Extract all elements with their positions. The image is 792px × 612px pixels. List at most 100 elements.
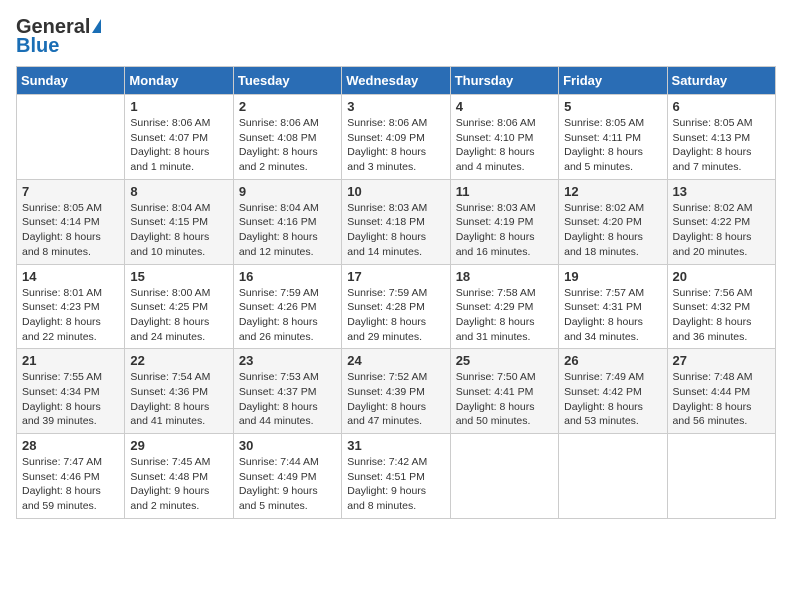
calendar-cell: 2Sunrise: 8:06 AMSunset: 4:08 PMDaylight… [233,95,341,180]
sunrise-text: Sunrise: 7:59 AM [347,286,444,301]
calendar-cell: 27Sunrise: 7:48 AMSunset: 4:44 PMDayligh… [667,349,775,434]
calendar-table: SundayMondayTuesdayWednesdayThursdayFrid… [16,66,776,519]
daylight-text: Daylight: 8 hours and 3 minutes. [347,145,444,174]
day-info: Sunrise: 8:02 AMSunset: 4:22 PMDaylight:… [673,201,770,260]
calendar-cell: 9Sunrise: 8:04 AMSunset: 4:16 PMDaylight… [233,179,341,264]
day-info: Sunrise: 8:03 AMSunset: 4:19 PMDaylight:… [456,201,553,260]
day-number: 3 [347,99,444,114]
day-info: Sunrise: 7:57 AMSunset: 4:31 PMDaylight:… [564,286,661,345]
sunrise-text: Sunrise: 8:05 AM [22,201,119,216]
calendar-cell: 4Sunrise: 8:06 AMSunset: 4:10 PMDaylight… [450,95,558,180]
day-number: 4 [456,99,553,114]
daylight-text: Daylight: 8 hours and 14 minutes. [347,230,444,259]
sunrise-text: Sunrise: 8:06 AM [130,116,227,131]
day-info: Sunrise: 7:42 AMSunset: 4:51 PMDaylight:… [347,455,444,514]
day-number: 21 [22,353,119,368]
calendar-cell [667,434,775,519]
calendar-cell: 22Sunrise: 7:54 AMSunset: 4:36 PMDayligh… [125,349,233,434]
calendar-cell: 13 Sunrise: 8:02 AMSunset: 4:22 PMDayligh… [667,179,775,264]
calendar-cell: 19Sunrise: 7:57 AMSunset: 4:31 PMDayligh… [559,264,667,349]
day-number: 27 [673,353,770,368]
sunrise-text: Sunrise: 8:04 AM [130,201,227,216]
day-number: 26 [564,353,661,368]
calendar-cell: 23Sunrise: 7:53 AMSunset: 4:37 PMDayligh… [233,349,341,434]
day-number: 24 [347,353,444,368]
daylight-text: Daylight: 8 hours and 41 minutes. [130,400,227,429]
sunset-text: Sunset: 4:34 PM [22,385,119,400]
daylight-text: Daylight: 8 hours and 5 minutes. [564,145,661,174]
sunset-text: Sunset: 4:07 PM [130,131,227,146]
sunset-text: Sunset: 4:42 PM [564,385,661,400]
day-info: Sunrise: 7:55 AMSunset: 4:34 PMDaylight:… [22,370,119,429]
daylight-text: Daylight: 9 hours and 2 minutes. [130,484,227,513]
sunset-text: Sunset: 4:48 PM [130,470,227,485]
weekday-header-row: SundayMondayTuesdayWednesdayThursdayFrid… [17,67,776,95]
calendar-cell: 21 Sunrise: 7:55 AMSunset: 4:34 PMDayligh… [17,349,125,434]
day-info: Sunrise: 8:02 AMSunset: 4:20 PMDaylight:… [564,201,661,260]
day-number: 25 [456,353,553,368]
calendar-cell: 24Sunrise: 7:52 AMSunset: 4:39 PMDayligh… [342,349,450,434]
sunset-text: Sunset: 4:29 PM [456,300,553,315]
day-number: 29 [130,438,227,453]
sunset-text: Sunset: 4:51 PM [347,470,444,485]
day-number: 13 [673,184,770,199]
calendar-cell: 16Sunrise: 7:59 AMSunset: 4:26 PMDayligh… [233,264,341,349]
day-number: 22 [130,353,227,368]
sunset-text: Sunset: 4:41 PM [456,385,553,400]
day-info: Sunrise: 8:03 AMSunset: 4:18 PMDaylight:… [347,201,444,260]
sunrise-text: Sunrise: 7:59 AM [239,286,336,301]
daylight-text: Daylight: 8 hours and 56 minutes. [673,400,770,429]
calendar-cell: 11Sunrise: 8:03 AMSunset: 4:19 PMDayligh… [450,179,558,264]
daylight-text: Daylight: 8 hours and 24 minutes. [130,315,227,344]
daylight-text: Daylight: 8 hours and 16 minutes. [456,230,553,259]
sunset-text: Sunset: 4:14 PM [22,215,119,230]
weekday-header-thursday: Thursday [450,67,558,95]
day-info: Sunrise: 8:05 AMSunset: 4:13 PMDaylight:… [673,116,770,175]
day-info: Sunrise: 8:00 AMSunset: 4:25 PMDaylight:… [130,286,227,345]
sunset-text: Sunset: 4:18 PM [347,215,444,230]
day-number: 17 [347,269,444,284]
daylight-text: Daylight: 8 hours and 31 minutes. [456,315,553,344]
sunrise-text: Sunrise: 8:04 AM [239,201,336,216]
calendar-cell: 25 Sunrise: 7:50 AMSunset: 4:41 PMDayligh… [450,349,558,434]
calendar-cell [17,95,125,180]
sunrise-text: Sunrise: 8:03 AM [456,201,553,216]
day-info: Sunrise: 8:01 AMSunset: 4:23 PMDaylight:… [22,286,119,345]
sunrise-text: Sunrise: 8:05 AM [564,116,661,131]
sunset-text: Sunset: 4:44 PM [673,385,770,400]
day-info: Sunrise: 7:45 AMSunset: 4:48 PMDaylight:… [130,455,227,514]
daylight-text: Daylight: 8 hours and 20 minutes. [673,230,770,259]
day-info: Sunrise: 7:50 AMSunset: 4:41 PMDaylight:… [456,370,553,429]
sunrise-text: Sunrise: 7:57 AM [564,286,661,301]
day-number: 30 [239,438,336,453]
sunset-text: Sunset: 4:20 PM [564,215,661,230]
daylight-text: Daylight: 8 hours and 7 minutes. [673,145,770,174]
daylight-text: Daylight: 8 hours and 50 minutes. [456,400,553,429]
sunset-text: Sunset: 4:22 PM [673,215,770,230]
calendar-week-5: 28Sunrise: 7:47 AMSunset: 4:46 PMDayligh… [17,434,776,519]
day-info: Sunrise: 7:58 AMSunset: 4:29 PMDaylight:… [456,286,553,345]
calendar-cell [450,434,558,519]
sunrise-text: Sunrise: 8:02 AM [673,201,770,216]
day-info: Sunrise: 7:44 AMSunset: 4:49 PMDaylight:… [239,455,336,514]
daylight-text: Daylight: 8 hours and 2 minutes. [239,145,336,174]
weekday-header-tuesday: Tuesday [233,67,341,95]
sunset-text: Sunset: 4:36 PM [130,385,227,400]
daylight-text: Daylight: 8 hours and 59 minutes. [22,484,119,513]
sunrise-text: Sunrise: 7:47 AM [22,455,119,470]
daylight-text: Daylight: 8 hours and 10 minutes. [130,230,227,259]
calendar-cell [559,434,667,519]
daylight-text: Daylight: 8 hours and 34 minutes. [564,315,661,344]
sunrise-text: Sunrise: 7:44 AM [239,455,336,470]
calendar-cell: 28Sunrise: 7:47 AMSunset: 4:46 PMDayligh… [17,434,125,519]
sunset-text: Sunset: 4:32 PM [673,300,770,315]
day-number: 6 [673,99,770,114]
sunrise-text: Sunrise: 8:01 AM [22,286,119,301]
calendar-cell: 18Sunrise: 7:58 AMSunset: 4:29 PMDayligh… [450,264,558,349]
day-info: Sunrise: 8:06 AMSunset: 4:08 PMDaylight:… [239,116,336,175]
day-info: Sunrise: 7:59 AMSunset: 4:28 PMDaylight:… [347,286,444,345]
daylight-text: Daylight: 8 hours and 22 minutes. [22,315,119,344]
sunset-text: Sunset: 4:25 PM [130,300,227,315]
sunset-text: Sunset: 4:28 PM [347,300,444,315]
daylight-text: Daylight: 8 hours and 1 minute. [130,145,227,174]
